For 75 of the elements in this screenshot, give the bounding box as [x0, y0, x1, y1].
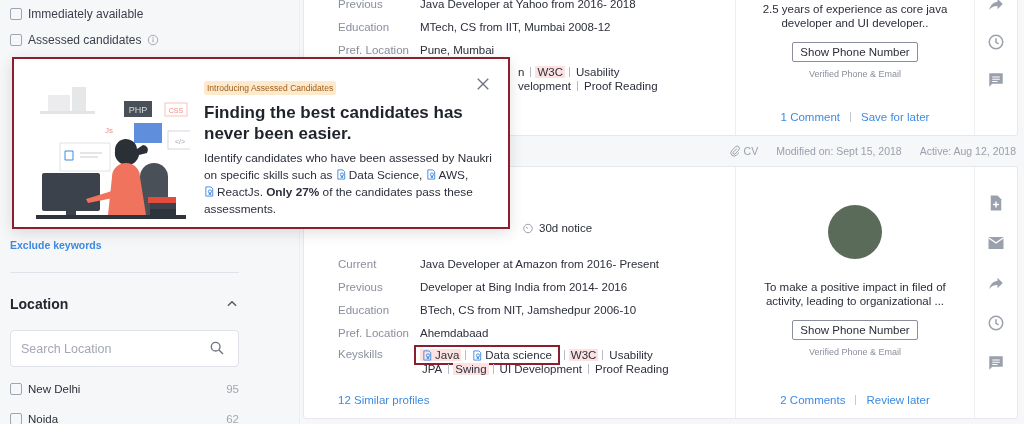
field-label: Pref. Location — [338, 44, 410, 56]
field-value: Ahemdabaad — [420, 327, 489, 339]
search-field[interactable]: Search Location — [10, 330, 239, 367]
option-count: 95 — [226, 383, 239, 395]
field-label: Keyskills — [338, 348, 384, 362]
card-link[interactable]: Save for later — [861, 111, 930, 123]
skill-tag: Proof Reading — [582, 80, 660, 92]
skill-tag: Usability — [607, 349, 655, 361]
skill-tag: n — [516, 66, 527, 78]
assessment-badge-icon — [204, 186, 215, 197]
checkbox[interactable] — [10, 8, 22, 20]
skill-tag: Swing — [453, 363, 489, 375]
candidate-summary: To make a positive impact in filed of activity, leading to organizational ... — [763, 280, 947, 308]
field-label: Education — [338, 21, 391, 33]
info-icon — [147, 34, 160, 46]
field-value: Developer at Bing India from 2014- 2016 — [420, 281, 628, 293]
skill-tag: Proof Reading — [593, 363, 671, 375]
card-link[interactable]: Review later — [866, 394, 930, 406]
candidate-summary: 2.5 years of experience as core java developer and UI developer.. — [761, 2, 949, 30]
mail-icon[interactable] — [987, 234, 1005, 252]
paperclip-icon — [728, 145, 741, 157]
card-link[interactable]: 2 Comments — [780, 394, 846, 406]
skill-tag: velopment — [516, 80, 574, 92]
show-phone-button[interactable]: Show Phone Number — [792, 320, 918, 340]
checkbox[interactable] — [10, 413, 22, 424]
popup-description: Identify candidates who have been assessed by Naukri on specific skills such as Data Science, AWS, ReactJs. Only 27% of the candidates pass these assessments. — [204, 150, 493, 218]
clock-icon[interactable] — [987, 33, 1005, 51]
exclude-keywords-link[interactable]: Exclude keywords — [10, 239, 102, 251]
filter-label: Immediately available — [28, 7, 144, 21]
field-value: MTech, CS from IIT, Mumbai 2008-12 — [420, 21, 611, 33]
skill-tag: JPA — [420, 363, 445, 375]
skill-tag: W3C — [568, 349, 599, 361]
checkbox[interactable] — [10, 383, 22, 395]
skill-tag: Java — [420, 349, 462, 361]
field-value: Pune, Mumbai — [420, 44, 495, 56]
skill-tag: UI Development — [497, 363, 585, 375]
section-title: Location — [10, 296, 69, 312]
intro-badge: Introducing Assessed Candidates — [204, 81, 337, 95]
assessment-badge-icon — [472, 349, 484, 361]
attachment-label[interactable]: CV — [743, 145, 759, 157]
assessment-badge-icon — [422, 349, 433, 361]
skill-tag: Usability — [573, 66, 622, 78]
search-icon — [209, 340, 225, 356]
share-icon[interactable] — [987, 0, 1005, 13]
location-option-label: New Delhi — [28, 383, 81, 395]
notice-period: 30d notice — [539, 222, 593, 234]
skill-tag: W3C — [535, 66, 565, 78]
similar-profiles-link[interactable]: 12 Similar profiles — [338, 394, 430, 406]
verified-note: Verified Phone & Email — [808, 347, 902, 357]
close-icon[interactable] — [476, 77, 490, 91]
modified-date: Modified on: Sept 15, 2018 — [776, 145, 902, 157]
field-label: Pref. Location — [338, 327, 410, 339]
assessment-badge-icon — [335, 169, 347, 180]
timer-icon — [522, 222, 534, 234]
assessment-badge-icon — [425, 169, 437, 180]
comment-icon[interactable] — [987, 354, 1005, 372]
field-value: Java Developer at Yahoo from 2016- 2018 — [420, 0, 636, 10]
comment-icon[interactable] — [987, 71, 1005, 89]
checkbox[interactable] — [10, 34, 22, 46]
field-label: Current — [338, 258, 378, 270]
verified-note: Verified Phone & Email — [808, 69, 902, 79]
option-count: 62 — [226, 413, 239, 424]
card-link[interactable]: 1 Comment — [780, 111, 840, 123]
field-label: Previous — [338, 281, 384, 293]
popup-title: Finding the best candidates has never been easier. — [204, 102, 464, 144]
field-label: Education — [338, 304, 391, 316]
location-option-label: Noida — [28, 413, 59, 424]
clock-icon[interactable] — [987, 314, 1005, 332]
show-phone-button[interactable]: Show Phone Number — [792, 42, 918, 62]
field-value: Java Developer at Amazon from 2016- Present — [420, 258, 660, 270]
active-date: Active: Aug 12, 2018 — [919, 145, 1016, 157]
skill-tag: Data science — [470, 349, 554, 361]
field-value: BTech, CS from NIT, Jamshedpur 2006-10 — [420, 304, 637, 316]
field-label: Previous — [338, 0, 384, 10]
filter-label: Assessed candidates — [28, 33, 142, 47]
